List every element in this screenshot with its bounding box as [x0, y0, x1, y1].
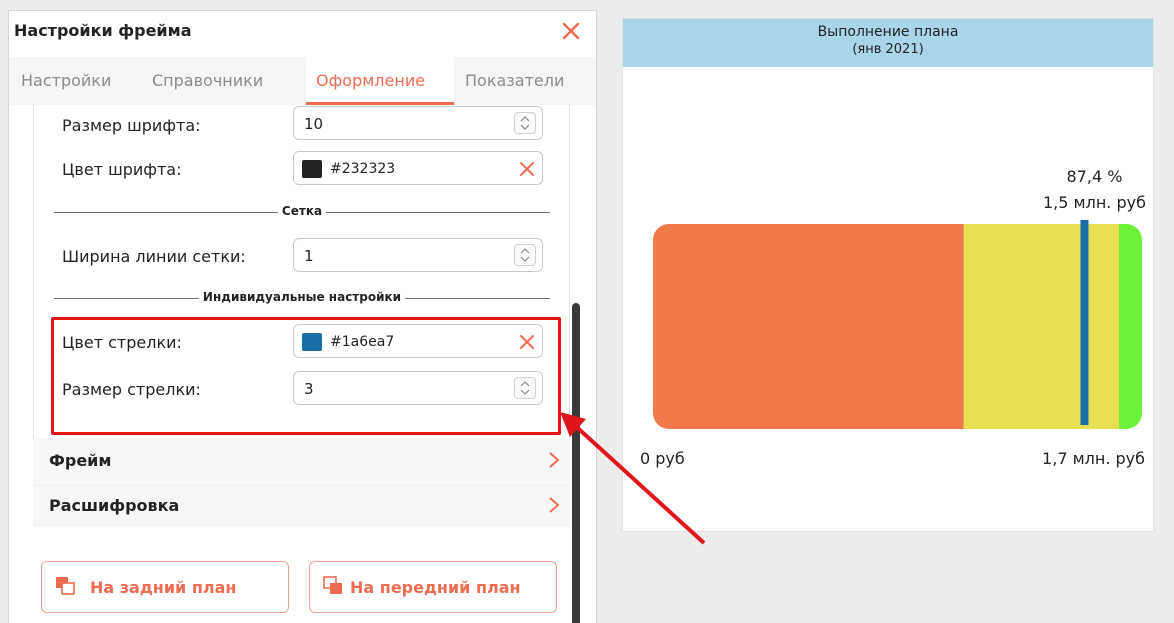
font-size-stepper[interactable]: 10 [293, 106, 543, 140]
drilldown-group-label: Расшифровка [49, 496, 180, 515]
panel-scrollbar[interactable] [572, 303, 580, 623]
send-to-back-button[interactable]: На задний план [41, 561, 289, 613]
value-label: 1,5 млн. руб [1043, 193, 1146, 212]
clear-icon[interactable] [518, 160, 536, 178]
percent-label: 87,4 % [1067, 167, 1123, 186]
grid-section-title: Сетка [277, 204, 327, 218]
drilldown-group-row[interactable]: Расшифровка [33, 483, 570, 527]
font-color-swatch[interactable] [302, 160, 322, 178]
font-color-picker[interactable]: #232323 [293, 151, 543, 185]
bring-to-front-icon [323, 576, 342, 594]
bring-to-front-button[interactable]: На передний план [309, 561, 557, 613]
highlight-frame [51, 317, 561, 435]
font-size-value: 10 [304, 115, 324, 133]
panel-title: Настройки фрейма [14, 21, 192, 40]
grid-section-divider: Сетка [54, 204, 550, 220]
individual-section-divider: Индивидуальные настройки [54, 290, 550, 306]
chart-header: Выполнение плана (янв 2021) [623, 19, 1153, 67]
range-band-2 [963, 224, 1120, 429]
grid-line-width-label: Ширина линии сетки: [62, 247, 246, 266]
close-icon[interactable] [560, 20, 582, 42]
bullet-chart: 87,4 % 1,5 млн. руб 0 руб 1,7 млн. руб [640, 167, 1146, 468]
grid-line-width-stepper[interactable]: 1 [293, 238, 543, 272]
chart-subtitle: (янв 2021) [852, 42, 924, 57]
individual-section-title: Индивидуальные настройки [198, 290, 406, 304]
panel-header: Настройки фрейма [9, 11, 596, 55]
chevron-right-icon [546, 450, 562, 470]
frame-group-row[interactable]: Фрейм [33, 438, 570, 482]
send-to-back-label: На задний план [90, 578, 237, 597]
chart-title: Выполнение плана [817, 24, 959, 40]
font-color-value: #232323 [330, 161, 396, 177]
send-to-back-icon [56, 577, 75, 595]
bring-to-front-label: На передний план [350, 578, 521, 597]
grid-line-width-value: 1 [304, 247, 314, 265]
value-marker [1080, 220, 1089, 425]
font-color-label: Цвет шрифта: [62, 160, 182, 179]
font-size-label: Размер шрифта: [62, 116, 201, 135]
tab-indicators[interactable]: Показатели [465, 71, 564, 90]
min-label: 0 руб [640, 449, 685, 468]
frame-group-label: Фрейм [49, 451, 112, 470]
max-label: 1,7 млн. руб [1042, 449, 1145, 468]
plan-execution-widget: Выполнение плана (янв 2021) 87,4 % 1,5 м… [622, 18, 1154, 532]
tab-settings[interactable]: Настройки [21, 71, 111, 90]
spinner-icon[interactable] [514, 112, 536, 134]
tab-dictionaries[interactable]: Справочники [152, 71, 263, 90]
tab-appearance[interactable]: Оформление [316, 71, 425, 90]
chevron-right-icon [546, 495, 562, 515]
range-band-3 [1118, 224, 1142, 429]
tab-bar: Настройки Справочники Оформление Показат… [9, 57, 596, 105]
frame-settings-panel: Настройки фрейма Настройки Справочники О… [8, 10, 597, 623]
range-band-1 [653, 224, 965, 429]
spinner-icon[interactable] [514, 244, 536, 266]
